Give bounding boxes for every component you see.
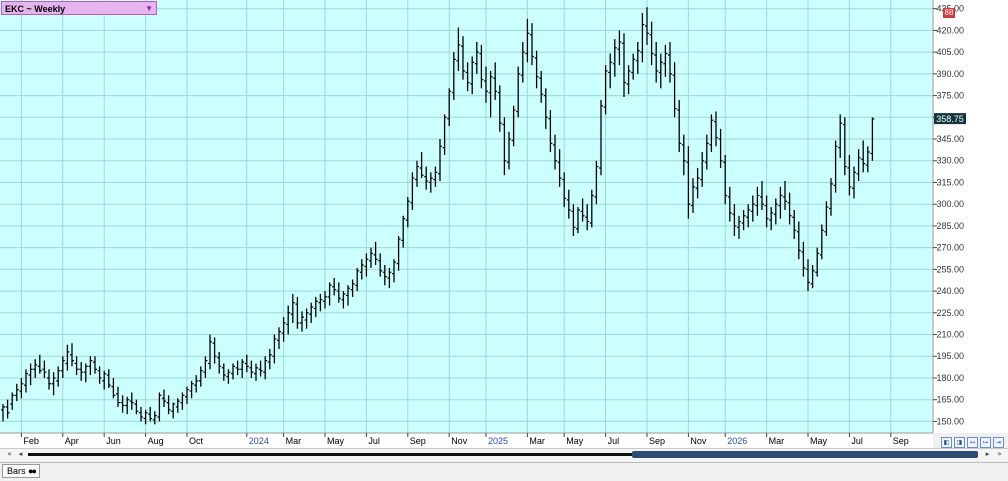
y-tick-label: 345.00	[936, 134, 964, 144]
x-month-label: May	[327, 436, 345, 446]
price-chart[interactable]: 150.00 165.00 180.00 195.00 210.00 225.00 240.…	[0, 0, 1008, 448]
scroll-right-icon[interactable]: ▸	[982, 450, 993, 459]
axis-nav-button-2[interactable]: ◨	[954, 437, 965, 448]
y-tick-label: 300.00	[936, 199, 964, 209]
x-year-label: 2026	[727, 436, 747, 446]
y-tick-label: 420.00	[936, 25, 964, 35]
axis-nav-button-1[interactable]: ◧	[941, 437, 952, 448]
x-month-label: Jun	[106, 436, 121, 446]
chart-type-label: Bars	[7, 466, 26, 476]
axis-nav-button-5[interactable]: ⇥	[993, 437, 1004, 448]
y-tick-label: 375.00	[936, 91, 964, 101]
x-month-label: Jul	[608, 436, 620, 446]
y-tick-label: 390.00	[936, 69, 964, 79]
x-month-label: Sep	[410, 436, 426, 446]
y-tick-label: 315.00	[936, 177, 964, 187]
y-tick-label: 330.00	[936, 156, 964, 166]
x-month-label: May	[566, 436, 584, 446]
y-tick-label: 240.00	[936, 286, 964, 296]
x-month-label: Jul	[851, 436, 863, 446]
x-month-label: Sep	[893, 436, 909, 446]
x-month-label: Feb	[23, 436, 39, 446]
scroll-left-icon[interactable]: ◂	[15, 450, 26, 459]
scroll-thumb[interactable]	[632, 451, 978, 458]
x-month-label: Nov	[690, 436, 707, 446]
symbol-label: EKC ~ Weekly	[5, 4, 66, 14]
x-month-label: May	[810, 436, 828, 446]
y-tick-label: 270.00	[936, 243, 964, 253]
x-month-label: Aug	[148, 436, 164, 446]
status-bar	[0, 462, 1008, 481]
x-month-label: Mar	[286, 436, 302, 446]
x-month-label: Mar	[769, 436, 785, 446]
chart-corner-badge[interactable]: 88	[943, 8, 955, 18]
y-tick-label: 150.00	[936, 416, 964, 426]
price-axis[interactable]	[933, 0, 1008, 433]
x-month-label: Mar	[529, 436, 545, 446]
y-tick-label: 180.00	[936, 373, 964, 383]
page-right-icon[interactable]: »	[994, 450, 1005, 459]
x-month-label: Oct	[189, 436, 204, 446]
link-dots-icon: ●●	[28, 466, 37, 476]
x-month-label: Sep	[649, 436, 665, 446]
x-month-label: Nov	[451, 436, 468, 446]
y-tick-label: 405.00	[936, 47, 964, 57]
symbol-selector[interactable]: EKC ~ Weekly ▼	[1, 1, 157, 15]
x-month-label: Apr	[65, 436, 79, 446]
page-left-icon[interactable]: «	[4, 450, 15, 459]
axis-nav-button-4[interactable]: ↦	[980, 437, 991, 448]
x-year-label: 2025	[488, 436, 508, 446]
y-tick-label: 255.00	[936, 264, 964, 274]
axis-nav-button-3[interactable]: ↤	[967, 437, 978, 448]
y-tick-label: 285.00	[936, 221, 964, 231]
chart-type-tab[interactable]: Bars ●●	[2, 464, 40, 478]
x-year-label: 2024	[249, 436, 269, 446]
triangle-down-icon[interactable]: ▼	[145, 2, 153, 16]
last-price-marker: 358.75	[934, 113, 966, 125]
last-price-label: 358.75	[936, 114, 964, 124]
y-tick-label: 225.00	[936, 308, 964, 318]
y-tick-label: 210.00	[936, 330, 964, 340]
plot-area[interactable]	[0, 0, 933, 433]
x-month-label: Jul	[368, 436, 380, 446]
y-tick-label: 165.00	[936, 395, 964, 405]
y-tick-label: 195.00	[936, 351, 964, 361]
